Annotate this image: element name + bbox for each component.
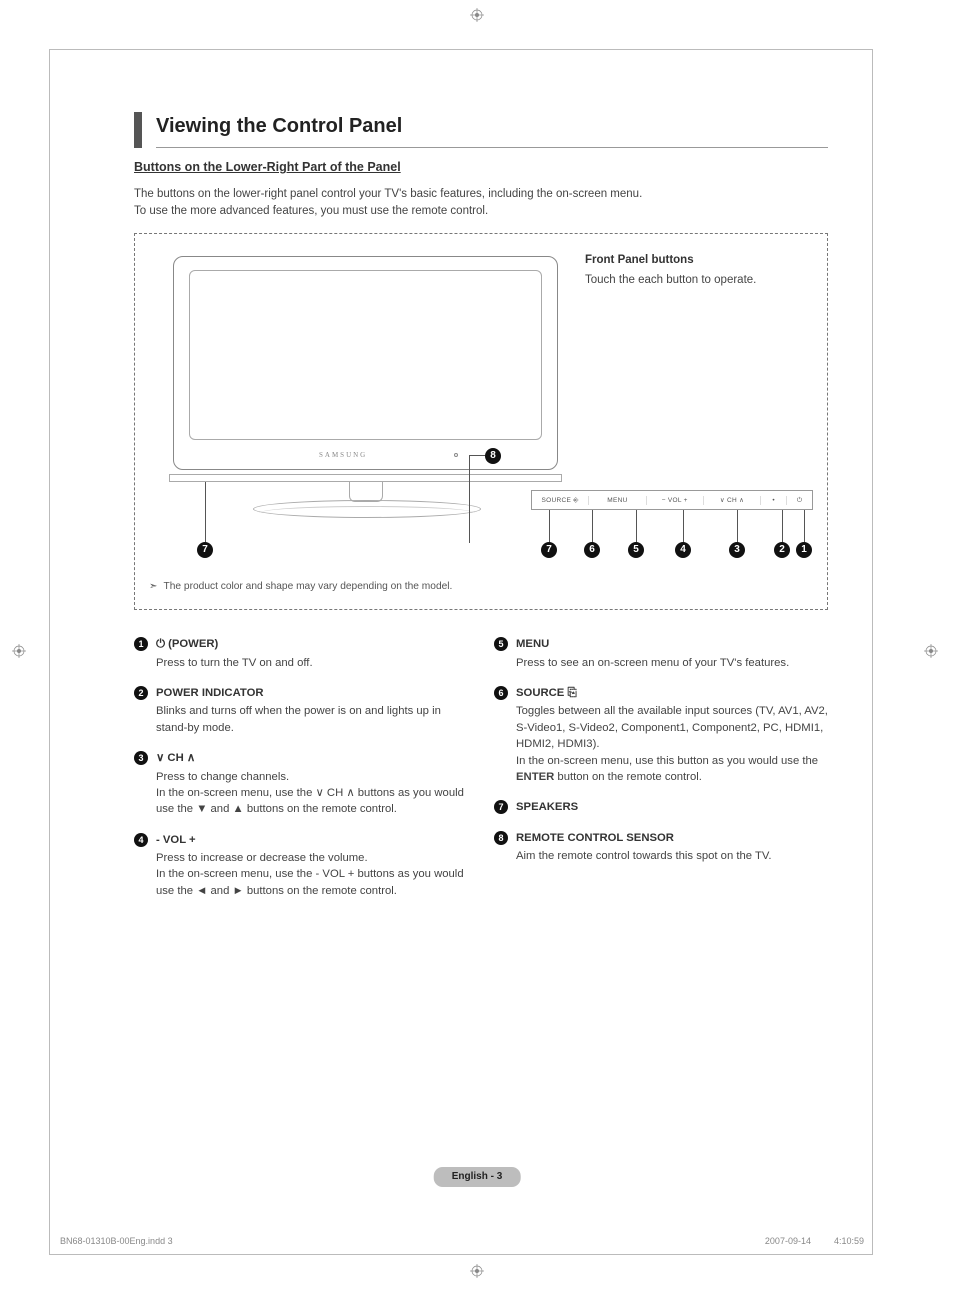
leader-line-3	[737, 510, 738, 544]
badge-1: 1	[796, 542, 812, 558]
badge-7-right: 7	[541, 542, 557, 558]
badge-4: 4	[675, 542, 691, 558]
item-badge: 4	[134, 833, 148, 847]
enter-icon: ⎆	[573, 497, 579, 504]
item-title: ⏻ (POWER)	[156, 636, 468, 652]
item-title: REMOTE CONTROL SENSOR	[516, 830, 828, 846]
item-desc: Aim the remote control towards this spot…	[516, 848, 828, 864]
leader-line-4	[683, 510, 684, 544]
strip-power: ⏻	[787, 496, 812, 505]
list-item: 6 SOURCE ⎘ Toggles between all the availab…	[494, 685, 828, 785]
item-badge: 1	[134, 637, 148, 651]
item-desc: Toggles between all the available input …	[516, 703, 828, 785]
item-body: - VOL + Press to increase or decrease the…	[156, 832, 468, 900]
item-desc: Press to see an on-screen menu of your T…	[516, 655, 828, 671]
list-item: 3 ∨ CH ∧ Press to change channels.In the o…	[134, 750, 468, 818]
content-area: Viewing the Control Panel Buttons on the…	[134, 112, 828, 913]
page-number-pill: English - 3	[434, 1167, 521, 1188]
list-item: 7 SPEAKERS	[494, 799, 828, 815]
badge-2: 2	[774, 542, 790, 558]
list-item: 4 - VOL + Press to increase or decrease th…	[134, 832, 468, 900]
registration-mark-top	[470, 8, 484, 22]
strip-source-label: SOURCE	[542, 497, 572, 504]
item-desc: Press to turn the TV on and off.	[156, 655, 468, 671]
tv-brand-label: SAMSUNG	[319, 450, 367, 460]
registration-mark-bottom	[470, 1264, 484, 1278]
item-desc: Blinks and turns off when the power is o…	[156, 703, 468, 736]
tv-stand-neck	[349, 482, 383, 502]
sub-heading: Buttons on the Lower-Right Part of the P…	[134, 158, 828, 176]
badge-3: 3	[729, 542, 745, 558]
item-body: SPEAKERS	[516, 799, 828, 815]
leader-line-8	[469, 456, 470, 543]
note-arrow-icon: ➣	[149, 581, 158, 592]
list-item: 8 REMOTE CONTROL SENSOR Aim the remote con…	[494, 830, 828, 865]
leader-line-7a	[205, 482, 206, 544]
badge-5: 5	[628, 542, 644, 558]
page-title: Viewing the Control Panel	[156, 112, 828, 148]
list-item: 2 POWER INDICATOR Blinks and turns off whe…	[134, 685, 468, 736]
intro-text: The buttons on the lower-right panel con…	[134, 186, 828, 219]
right-column: 5 MENU Press to see an on-screen menu of y…	[494, 636, 828, 913]
left-column: 1 ⏻ (POWER) Press to turn the TV on and of…	[134, 636, 468, 913]
leader-line-7b	[549, 510, 550, 544]
tv-diagram: SAMSUNG SOURCE ⎆ MENU − VOL + ∨ CH ∧ • ⏻	[149, 254, 813, 574]
footer-right: 2007-09-14 4:10:59	[765, 1235, 864, 1248]
note-text: The product color and shape may vary dep…	[164, 581, 453, 592]
item-badge: 2	[134, 686, 148, 700]
strip-ch: ∨ CH ∧	[704, 496, 761, 505]
item-body: SOURCE ⎘ Toggles between all the availabl…	[516, 685, 828, 785]
footer-left: BN68-01310B-00Eng.indd 3	[60, 1235, 173, 1248]
item-title: - VOL +	[156, 832, 468, 848]
item-badge: 8	[494, 831, 508, 845]
badge-6: 6	[584, 542, 600, 558]
badge-7-left: 7	[197, 542, 213, 558]
item-body: ⏻ (POWER) Press to turn the TV on and off…	[156, 636, 468, 671]
item-badge: 7	[494, 800, 508, 814]
strip-source: SOURCE ⎆	[532, 496, 589, 505]
leader-line-6	[592, 510, 593, 544]
item-desc: Press to change channels.In the on-scree…	[156, 769, 468, 818]
item-badge: 6	[494, 686, 508, 700]
item-badge: 5	[494, 637, 508, 651]
item-body: ∨ CH ∧ Press to change channels.In the on…	[156, 750, 468, 818]
tv-stand-base-inner	[259, 506, 475, 520]
item-badge: 3	[134, 751, 148, 765]
leader-line-2	[782, 510, 783, 544]
strip-vol: − VOL +	[647, 496, 704, 505]
page: Viewing the Control Panel Buttons on the…	[0, 0, 954, 1304]
leader-line-1	[804, 510, 805, 544]
item-title: SPEAKERS	[516, 799, 828, 815]
description-columns: 1 ⏻ (POWER) Press to turn the TV on and of…	[134, 636, 828, 913]
list-item: 1 ⏻ (POWER) Press to turn the TV on and of…	[134, 636, 468, 671]
registration-mark-right	[924, 644, 938, 658]
tv-screen	[189, 270, 542, 440]
intro-line-2: To use the more advanced features, you m…	[134, 205, 488, 217]
list-item: 5 MENU Press to see an on-screen menu of y…	[494, 636, 828, 671]
leader-line-5	[636, 510, 637, 544]
strip-menu: MENU	[589, 496, 646, 505]
item-body: MENU Press to see an on-screen menu of yo…	[516, 636, 828, 671]
footer: BN68-01310B-00Eng.indd 3 2007-09-14 4:10…	[60, 1235, 864, 1248]
tv-speaker-bar	[169, 474, 562, 482]
diagram-box: Front Panel buttons Touch the each butto…	[134, 233, 828, 610]
item-title: POWER INDICATOR	[156, 685, 468, 701]
diagram-note: ➣ The product color and shape may vary de…	[149, 580, 813, 595]
registration-mark-left	[12, 644, 26, 658]
intro-line-1: The buttons on the lower-right panel con…	[134, 188, 642, 200]
item-title: SOURCE ⎘	[516, 685, 828, 701]
heading-wrap: Viewing the Control Panel	[134, 112, 828, 148]
item-title: MENU	[516, 636, 828, 652]
item-title: ∨ CH ∧	[156, 750, 468, 766]
item-desc: Press to increase or decrease the volume…	[156, 850, 468, 899]
item-body: REMOTE CONTROL SENSOR Aim the remote cont…	[516, 830, 828, 865]
strip-indicator: •	[761, 496, 787, 505]
item-body: POWER INDICATOR Blinks and turns off when…	[156, 685, 468, 736]
button-strip: SOURCE ⎆ MENU − VOL + ∨ CH ∧ • ⏻	[531, 490, 813, 510]
